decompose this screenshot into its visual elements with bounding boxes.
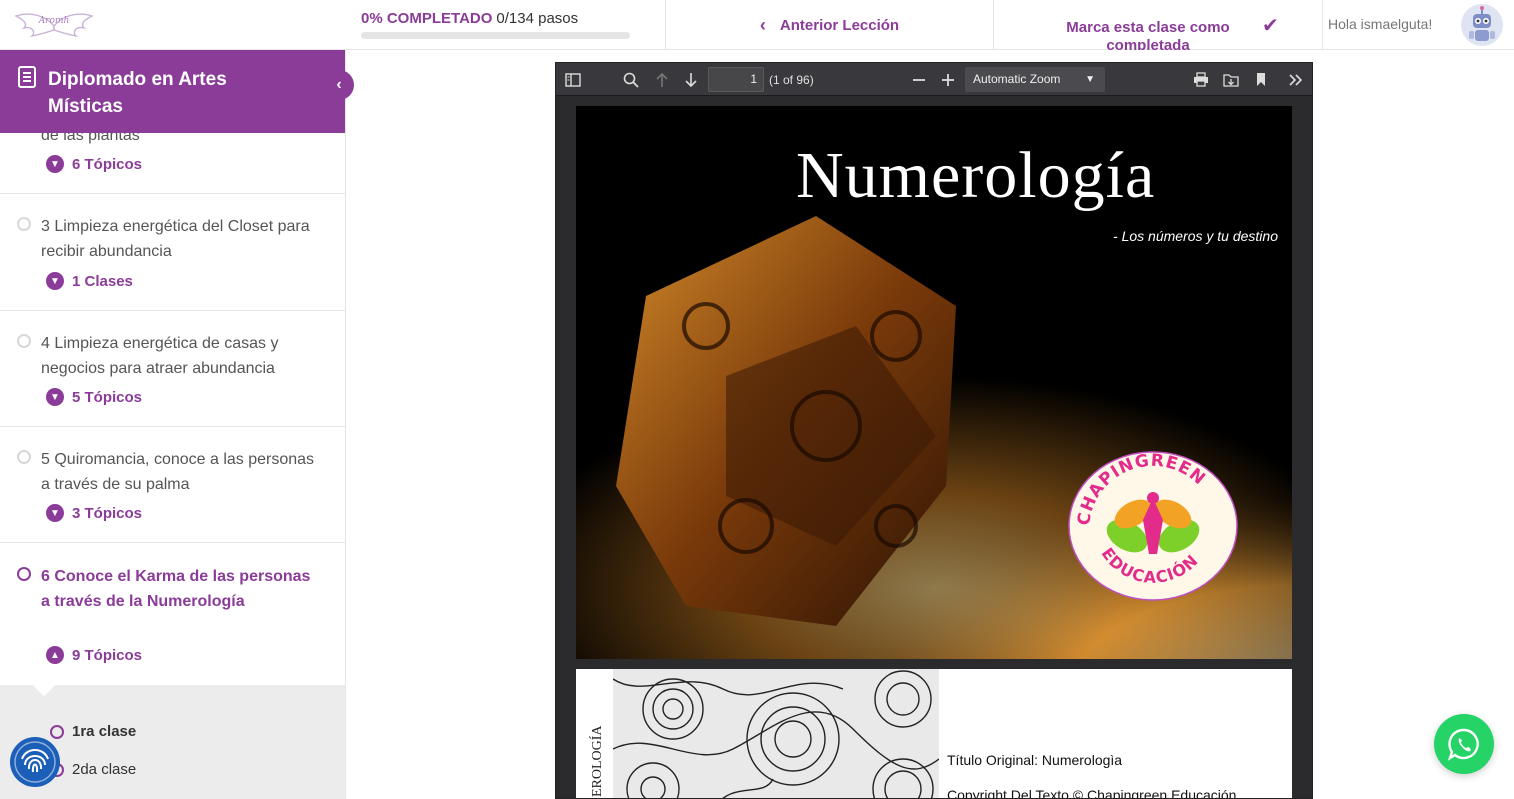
topic-item[interactable]: 2da clase xyxy=(50,761,136,778)
status-circle-icon xyxy=(17,217,31,231)
pdf-title: Numerología xyxy=(796,139,1156,212)
progress-bar xyxy=(361,32,630,39)
page-count: (1 of 96) xyxy=(769,73,814,87)
section-title[interactable]: 5 Quiromancia, conoce a las personas a t… xyxy=(41,447,321,497)
section-expand-toggle[interactable]: ▼ 6 Tópicos xyxy=(46,155,142,173)
page-side-text: EROLOGÍA xyxy=(590,725,605,797)
user-greeting: Hola ismaelguta! xyxy=(1328,16,1433,32)
previous-lesson-button[interactable]: ‹ Anterior Lección xyxy=(666,0,993,50)
pdf-toolbar: 1 (1 of 96) Automatic Zoom ▼ xyxy=(556,63,1312,96)
section-count: 1 Clases xyxy=(72,272,133,290)
progress-steps: 0/134 pasos xyxy=(496,10,579,27)
zoom-in-icon[interactable] xyxy=(935,63,961,96)
document-icon xyxy=(18,66,36,88)
section-item[interactable]: 4 Limpieza energética de casas y negocio… xyxy=(0,311,345,427)
section-title[interactable]: 4 Limpieza energética de casas y negocio… xyxy=(41,331,321,381)
section-title[interactable]: 6 Conoce el Karma de las personas a trav… xyxy=(41,564,321,614)
double-chevron-right-icon[interactable] xyxy=(1283,63,1309,96)
chapingreen-logo: CHAPINGREEN EDUCACIÓN xyxy=(1068,451,1238,601)
section-expand-toggle[interactable]: ▼ 5 Tópicos xyxy=(46,388,142,406)
zoom-select[interactable]: Automatic Zoom ▼ xyxy=(965,67,1105,92)
chevron-down-icon: ▼ xyxy=(46,388,64,406)
print-icon[interactable] xyxy=(1188,63,1214,96)
arrow-down-icon[interactable] xyxy=(678,63,704,96)
section-collapse-toggle[interactable]: ▲ 9 Tópicos xyxy=(46,646,142,664)
previous-lesson-label: Anterior Lección xyxy=(779,16,900,34)
course-header: Diplomado en Artes Místicas xyxy=(0,50,345,133)
chevron-left-icon: ‹ xyxy=(336,76,342,93)
section-expand-toggle[interactable]: ▼ 3 Tópicos xyxy=(46,504,142,522)
progress-percent: 0% COMPLETADO xyxy=(361,10,493,27)
status-circle-icon xyxy=(17,334,31,348)
site-logo[interactable]: Aromh xyxy=(0,0,346,50)
divider xyxy=(1322,0,1323,50)
topic-item[interactable]: 1ra clase xyxy=(50,723,136,740)
section-item[interactable]: 3 Limpieza energética del Closet para re… xyxy=(0,194,345,311)
topic-label: 1ra clase xyxy=(72,723,137,740)
chevron-down-icon: ▼ xyxy=(46,504,64,522)
sidebar-collapse-button[interactable]: ‹ xyxy=(324,70,354,100)
section-count: 9 Tópicos xyxy=(72,646,143,664)
section-item[interactable]: 5 Quiromancia, conoce a las personas a t… xyxy=(0,427,345,543)
user-avatar[interactable] xyxy=(1461,4,1503,46)
course-sidebar: Diplomado en Artes Místicas de las plant… xyxy=(0,50,346,799)
chevron-down-icon: ▼ xyxy=(46,272,64,290)
mark-complete-label: Marca esta clase como completada xyxy=(1066,19,1230,50)
whatsapp-chat-button[interactable] xyxy=(1434,714,1494,774)
wings-logo-icon: Aromh xyxy=(14,13,94,38)
section-item-active[interactable]: 6 Conoce el Karma de las personas a trav… xyxy=(0,543,345,685)
section-count: 5 Tópicos xyxy=(72,388,143,406)
chevron-up-icon: ▲ xyxy=(46,646,64,664)
pdf-viewer: 1 (1 of 96) Automatic Zoom ▼ Numerología… xyxy=(555,62,1313,799)
app-root: Aromh 0% COMPLETADO 0/134 pasos ‹ Anterio… xyxy=(0,0,1514,799)
topic-label: 2da clase xyxy=(72,761,137,778)
page-number-input[interactable]: 1 xyxy=(708,67,764,92)
original-title-text: Título Original: Numerologìa xyxy=(947,752,1123,768)
status-circle-icon xyxy=(17,567,31,581)
save-icon[interactable] xyxy=(1218,63,1244,96)
section-title[interactable]: 3 Limpieza energética del Closet para re… xyxy=(41,214,321,264)
section-count: 6 Tópicos xyxy=(72,155,143,173)
search-icon[interactable] xyxy=(618,63,644,96)
bookmark-icon[interactable] xyxy=(1248,63,1274,96)
zoom-value: Automatic Zoom xyxy=(973,72,1061,86)
course-title[interactable]: Diplomado en Artes Místicas xyxy=(48,66,288,120)
whatsapp-icon xyxy=(1447,728,1479,761)
section-count: 3 Tópicos xyxy=(72,504,143,522)
chevron-down-icon: ▼ xyxy=(1085,74,1095,85)
zoom-out-icon[interactable] xyxy=(906,63,932,96)
accessibility-fingerprint-button[interactable] xyxy=(10,737,60,787)
logo-text: Aromh xyxy=(38,16,70,26)
pdf-page-cover: Numerología - Los números y tu destino C… xyxy=(576,106,1292,659)
chevron-left-icon: ‹ xyxy=(759,14,766,35)
chevron-down-icon: ▼ xyxy=(46,155,64,173)
arrow-up-icon[interactable] xyxy=(649,63,675,96)
top-bar: Aromh 0% COMPLETADO 0/134 pasos ‹ Anterio… xyxy=(0,0,1514,50)
copyright-text: Copyright Del Texto © Chapingreen Educac… xyxy=(947,787,1237,799)
pdf-subtitle: - Los números y tu destino xyxy=(1113,228,1278,244)
sidebar-toggle-icon[interactable] xyxy=(560,63,586,96)
course-progress: 0% COMPLETADO 0/134 pasos xyxy=(361,10,661,44)
mark-complete-button[interactable]: Marca esta clase como completada ✔ xyxy=(994,0,1322,50)
fingerprint-icon xyxy=(14,741,56,783)
status-circle-icon xyxy=(17,450,31,464)
section-expand-toggle[interactable]: ▼ 1 Clases xyxy=(46,272,133,290)
robot-avatar-icon xyxy=(1469,6,1495,41)
mandala-pattern-image xyxy=(613,669,939,798)
pdf-page-copyright: EROLOGÍA Título Original: Numerologìa Co… xyxy=(576,669,1292,799)
check-icon: ✔ xyxy=(1262,15,1279,37)
